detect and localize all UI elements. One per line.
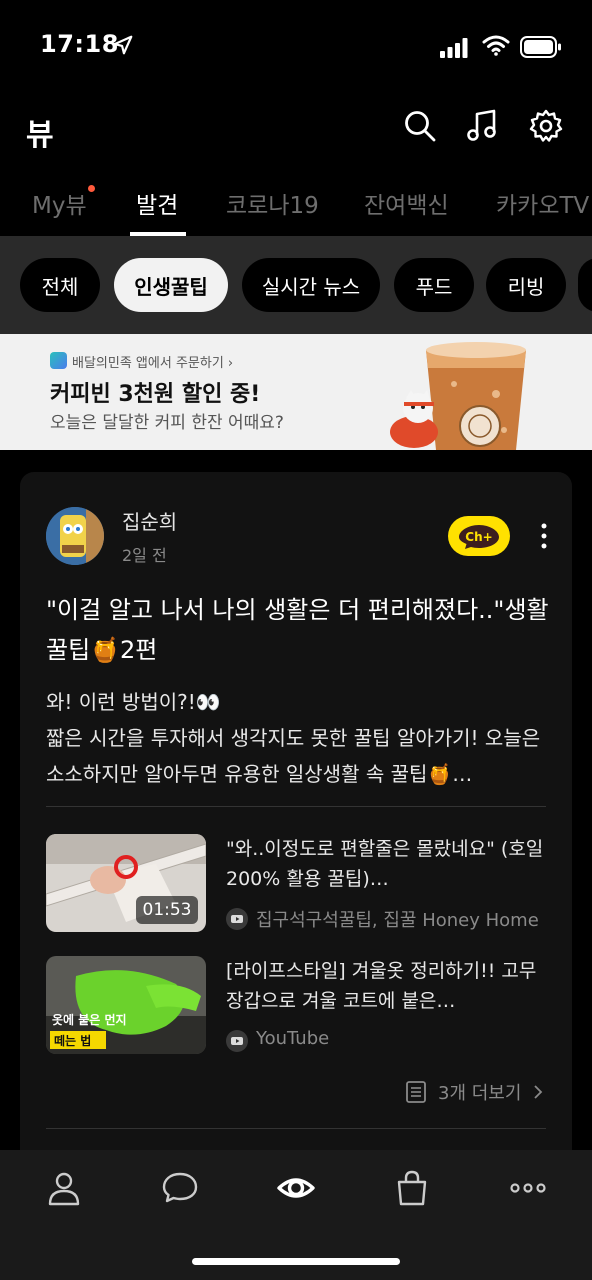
- tab-corona19[interactable]: 코로나19: [226, 186, 319, 220]
- svg-text:떼는 법: 떼는 법: [54, 1033, 91, 1048]
- item-source-2: YouTube: [256, 1028, 330, 1049]
- author-name[interactable]: 집순희: [122, 506, 177, 535]
- home-indicator: [192, 1258, 400, 1265]
- status-time: 17:18: [40, 30, 119, 58]
- friends-icon[interactable]: [44, 1168, 84, 1208]
- location-arrow-icon: [113, 35, 133, 55]
- chip-food[interactable]: 푸드: [394, 258, 474, 312]
- video-duration: 01:53: [136, 896, 198, 924]
- app-header: [0, 90, 592, 170]
- tab-my-view[interactable]: My뷰: [32, 186, 87, 220]
- item-title-2[interactable]: [라이프스타일] 겨울옷 정리하기!! 고무장갑으로 겨울 코트에 붙은…: [226, 956, 546, 1016]
- author-avatar[interactable]: [46, 507, 104, 565]
- channel-add-button[interactable]: Ch+: [448, 516, 510, 556]
- svg-text:Ch+: Ch+: [465, 530, 492, 544]
- shopping-icon[interactable]: [392, 1168, 432, 1208]
- tab-kakao-tv[interactable]: 카카오TV: [496, 186, 589, 220]
- tab-remaining-vaccine[interactable]: 잔여백신: [364, 186, 449, 220]
- music-icon[interactable]: [464, 108, 500, 144]
- divider: [46, 1128, 546, 1129]
- play-source-icon: [226, 1030, 248, 1052]
- view-icon[interactable]: [276, 1168, 316, 1208]
- notification-dot: [88, 185, 95, 192]
- search-icon[interactable]: [402, 108, 438, 144]
- chip-living[interactable]: 리빙: [486, 258, 566, 312]
- item-source-1: 집구석구석꿀팁, 집꿀 Honey Home: [256, 910, 539, 931]
- show-more-link[interactable]: 3개 더보기: [404, 1078, 547, 1106]
- chip-realtime-news[interactable]: 실시간 뉴스: [242, 258, 380, 312]
- chevron-right-icon: [534, 1085, 543, 1099]
- chip-life-tips[interactable]: 인생꿀팁: [114, 258, 228, 312]
- svg-text:옷에 붙은 먼지: 옷에 붙은 먼지: [52, 1012, 127, 1027]
- chip-all[interactable]: 전체: [20, 258, 100, 312]
- page-title: 뷰: [26, 118, 54, 153]
- more-icon[interactable]: [508, 1168, 548, 1208]
- tab-discover[interactable]: 발견: [136, 186, 178, 220]
- post-card[interactable]: [20, 472, 572, 1172]
- status-bar: 17:18: [0, 0, 592, 90]
- video-thumbnail-2[interactable]: 옷에 붙은 먼지 떼는 법: [46, 956, 206, 1054]
- post-timestamp: 2일 전: [122, 546, 167, 565]
- post-body[interactable]: 와! 이런 방법이?!👀 짧은 시간을 투자해서 생각지도 못한 꿀팁 알아가기…: [46, 684, 556, 792]
- baemin-app-icon: [50, 352, 67, 369]
- play-source-icon: [226, 908, 248, 930]
- banner-subtext: 오늘은 달달한 커피 한잔 어때요?: [50, 413, 284, 433]
- channel-plus-icon: Ch+: [459, 525, 499, 549]
- item-title-1[interactable]: "와..이정도로 편할줄은 몰랐네요" (호일 200% 활용 꿀팁)…: [226, 834, 546, 894]
- cellular-signal-icon: [440, 38, 468, 58]
- divider: [46, 806, 546, 807]
- gear-icon[interactable]: [528, 108, 564, 144]
- post-title[interactable]: "이걸 알고 나서 나의 생활은 더 편리해졌다.."생활 꿀팁🍯2편: [46, 590, 556, 670]
- battery-icon: [520, 36, 561, 58]
- more-options-icon[interactable]: [536, 522, 552, 550]
- banner-source: 배달의민족 앱에서 주문하기 ›: [72, 356, 234, 371]
- list-icon: [406, 1081, 426, 1103]
- iced-coffee-illustration: [390, 342, 526, 450]
- chat-icon[interactable]: [160, 1168, 200, 1208]
- show-more-label: 3개 더보기: [438, 1083, 522, 1104]
- wifi-icon: [482, 35, 510, 56]
- banner-headline: 커피빈 3천원 할인 중!: [50, 382, 261, 407]
